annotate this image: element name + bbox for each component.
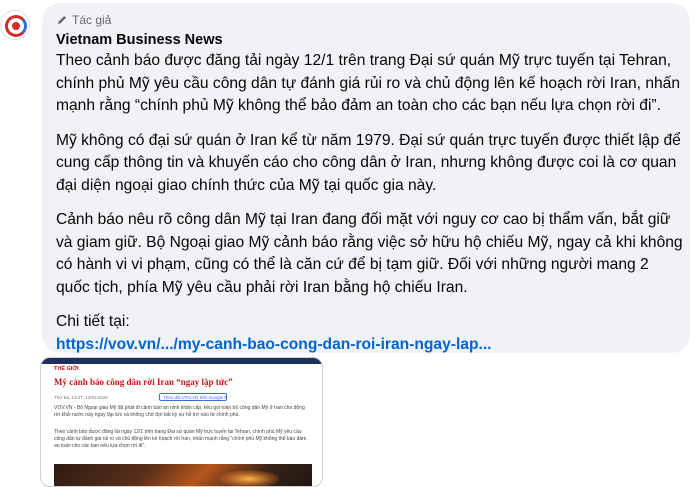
preview-header-bar <box>41 358 322 364</box>
avatar[interactable] <box>0 10 30 40</box>
post-paragraph: Mỹ không có đại sứ quán ở Iran kể từ năm… <box>56 131 681 194</box>
preview-section: THẾ GIỚI <box>54 366 79 372</box>
pencil-icon <box>58 16 66 24</box>
author-role-label: Tác giả <box>72 13 112 27</box>
preview-paragraph: Theo cảnh báo được đăng tải ngày 12/1 tr… <box>54 429 307 449</box>
post-body: Theo cảnh báo được đăng tải ngày 12/1 tr… <box>56 50 684 356</box>
detail-label: Chi tiết tại: <box>56 313 130 330</box>
preview-paragraph: VOV.VN - Bộ Ngoại giao Mỹ đã phát đi cản… <box>54 405 305 418</box>
author-role: Tác giả <box>56 13 111 27</box>
preview-photo-glow <box>219 470 279 486</box>
preview-meta: Thứ Ba, 13:27, 13/01/2026 <box>54 395 108 400</box>
author-name[interactable]: Vietnam Business News <box>56 32 223 48</box>
article-preview-image[interactable]: THẾ GIỚI Mỹ cảnh báo công dân rời Iran “… <box>40 357 323 487</box>
vov-logo-dot <box>12 22 20 30</box>
source-link[interactable]: https://vov.vn/.../my-canh-bao-cong-dan-… <box>56 334 684 357</box>
preview-photo <box>54 464 312 486</box>
google-news-badge: Theo dõi VOV.VN trên Google News <box>159 393 227 401</box>
post-paragraph: Cảnh báo nêu rõ công dân Mỹ tại Iran đan… <box>56 211 683 296</box>
post-paragraph: Theo cảnh báo được đăng tải ngày 12/1 tr… <box>56 52 681 114</box>
preview-headline: Mỹ cảnh báo công dân rời Iran “ngay lập … <box>54 377 233 387</box>
